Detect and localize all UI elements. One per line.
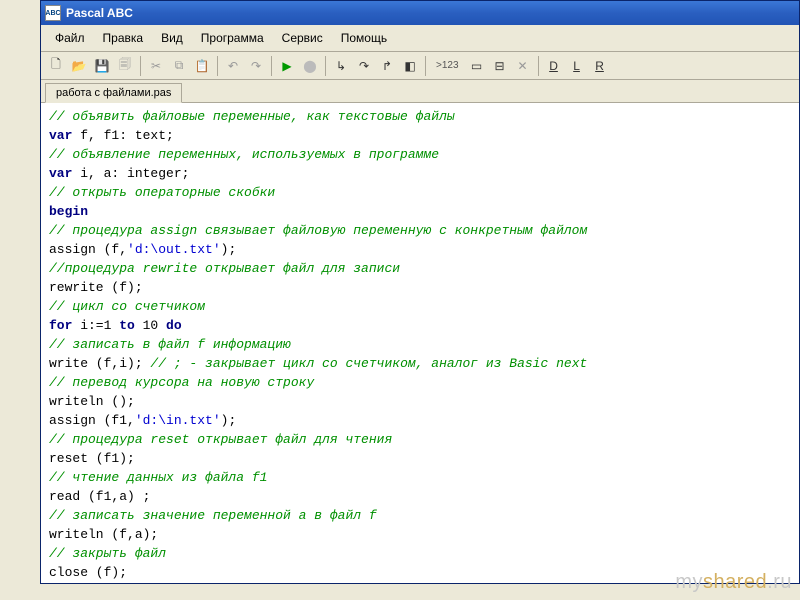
code-text: rewrite (f); <box>49 280 143 295</box>
save-all-icon[interactable]: 🗐 <box>114 55 136 77</box>
code-text: writeln (f,a); <box>49 527 158 542</box>
window-title: Pascal ABC <box>66 6 133 20</box>
menu-service[interactable]: Сервис <box>274 29 331 47</box>
window-icon[interactable]: ▭ <box>466 55 488 77</box>
code-keyword: var <box>49 166 72 181</box>
code-comment: // объявить файловые переменные, как тек… <box>49 109 455 124</box>
tool-r-icon[interactable]: R <box>589 55 611 77</box>
open-file-icon[interactable]: 📂 <box>68 55 90 77</box>
code-text: writeln (); <box>49 394 135 409</box>
code-text: ); <box>221 242 237 257</box>
tool-l-icon[interactable]: L <box>566 55 588 77</box>
title-bar: ABC Pascal ABC <box>41 1 799 25</box>
paste-icon[interactable]: 📋 <box>191 55 213 77</box>
code-text: i, a: integer; <box>72 166 189 181</box>
app-window: ABC Pascal ABC Файл Правка Вид Программа… <box>40 0 800 584</box>
code-keyword: to <box>119 318 135 333</box>
separator <box>538 56 539 76</box>
separator <box>425 56 426 76</box>
code-keyword: for <box>49 318 72 333</box>
code-comment: // записать значение переменной a в файл… <box>49 508 377 523</box>
separator <box>325 56 326 76</box>
copy-icon[interactable]: ⧉ <box>168 55 190 77</box>
code-string: 'd:\in.txt' <box>135 413 221 428</box>
cut-icon[interactable]: ✂ <box>145 55 167 77</box>
close-icon[interactable]: ✕ <box>512 55 534 77</box>
breakpoint-icon[interactable]: ◧ <box>399 55 421 77</box>
run-icon[interactable]: ▶ <box>276 55 298 77</box>
code-text: assign (f1, <box>49 413 135 428</box>
tool-d-icon[interactable]: D <box>543 55 565 77</box>
code-text: read (f1,a) ; <box>49 489 150 504</box>
code-comment: // цикл со счетчиком <box>49 299 205 314</box>
code-text: ); <box>221 413 237 428</box>
code-keyword: var <box>49 128 72 143</box>
code-text: f, f1: text; <box>72 128 173 143</box>
separator <box>271 56 272 76</box>
menu-help[interactable]: Помощь <box>333 29 395 47</box>
step-into-icon[interactable]: ↳ <box>330 55 352 77</box>
code-comment: // перевод курсора на новую строку <box>49 375 314 390</box>
app-icon: ABC <box>45 5 61 21</box>
menu-view[interactable]: Вид <box>153 29 191 47</box>
compile-button[interactable]: >123 <box>430 55 465 77</box>
code-string: 'd:\out.txt' <box>127 242 221 257</box>
step-over-icon[interactable]: ↷ <box>353 55 375 77</box>
code-comment: // открыть операторные скобки <box>49 185 275 200</box>
menu-file[interactable]: Файл <box>47 29 93 47</box>
save-icon[interactable]: 💾 <box>91 55 113 77</box>
menu-edit[interactable]: Правка <box>95 29 152 47</box>
step-out-icon[interactable]: ↱ <box>376 55 398 77</box>
separator <box>217 56 218 76</box>
undo-icon[interactable]: ↶ <box>222 55 244 77</box>
code-comment: // чтение данных из файла f1 <box>49 470 267 485</box>
code-comment: // процедура reset открывает файл для чт… <box>49 432 392 447</box>
stop-icon[interactable]: ⬤ <box>299 55 321 77</box>
menu-bar: Файл Правка Вид Программа Сервис Помощь <box>41 25 799 52</box>
code-comment: //процедура rewrite открывает файл для з… <box>49 261 400 276</box>
code-text: close (f); <box>49 565 127 580</box>
split-window-icon[interactable]: ⊟ <box>489 55 511 77</box>
code-text: assign (f, <box>49 242 127 257</box>
code-editor[interactable]: // объявить файловые переменные, как тек… <box>41 103 799 583</box>
code-comment: // ; - закрывает цикл со счетчиком, анал… <box>150 356 587 371</box>
code-keyword: begin <box>49 204 88 219</box>
code-text: 10 <box>135 318 166 333</box>
new-file-icon[interactable]: 🗋 <box>45 55 67 77</box>
code-comment: // процедура assign связывает файловую п… <box>49 223 587 238</box>
code-text: i:=1 <box>72 318 119 333</box>
file-tab[interactable]: работа с файлами.pas <box>45 83 182 103</box>
code-text: reset (f1); <box>49 451 135 466</box>
code-comment: // объявление переменных, используемых в… <box>49 147 439 162</box>
code-comment: // записать в файл f информацию <box>49 337 291 352</box>
code-keyword: do <box>166 318 182 333</box>
code-text: write (f,i); <box>49 356 150 371</box>
separator <box>140 56 141 76</box>
menu-program[interactable]: Программа <box>193 29 272 47</box>
code-comment: // закрыть файл <box>49 546 166 561</box>
tab-bar: работа с файлами.pas <box>41 80 799 103</box>
redo-icon[interactable]: ↷ <box>245 55 267 77</box>
toolbar: 🗋 📂 💾 🗐 ✂ ⧉ 📋 ↶ ↷ ▶ ⬤ ↳ ↷ ↱ ◧ >123 ▭ ⊟ ✕… <box>41 52 799 80</box>
